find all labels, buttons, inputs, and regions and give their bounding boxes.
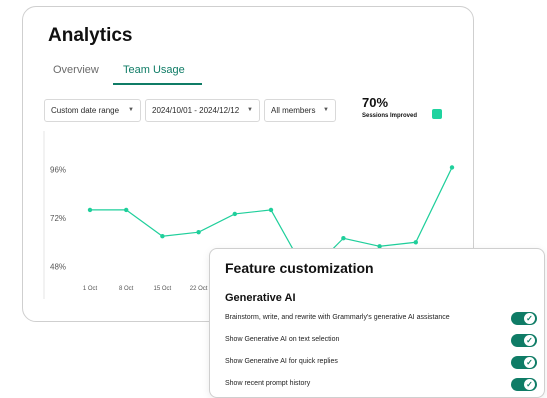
y-tick-label: 48% bbox=[50, 263, 66, 272]
data-point bbox=[413, 240, 418, 245]
check-icon: ✓ bbox=[524, 313, 535, 324]
data-point bbox=[449, 165, 455, 170]
x-tick-label: 15 Oct bbox=[154, 286, 172, 292]
feature-label: Show Generative AI for quick replies bbox=[225, 358, 338, 365]
feature-label: Show recent prompt history bbox=[225, 380, 311, 387]
x-tick-label: 22 Oct bbox=[190, 286, 208, 292]
x-tick-label: 1 Oct bbox=[83, 286, 98, 292]
feature-customization-card: Feature customization Generative AI Brai… bbox=[209, 248, 545, 398]
feature-label: Brainstorm, write, and rewrite with Gram… bbox=[225, 314, 450, 321]
data-point bbox=[160, 234, 165, 239]
toggle-switch[interactable]: ✓ bbox=[511, 334, 537, 347]
toggle-switch[interactable]: ✓ bbox=[511, 356, 537, 369]
check-icon: ✓ bbox=[524, 379, 535, 390]
feature-row: Brainstorm, write, and rewrite with Gram… bbox=[225, 312, 537, 326]
data-point bbox=[196, 229, 201, 235]
y-tick-label: 96% bbox=[50, 165, 66, 174]
check-icon: ✓ bbox=[524, 357, 535, 368]
data-point bbox=[124, 207, 129, 213]
data-point bbox=[268, 207, 274, 213]
toggle-switch[interactable]: ✓ bbox=[511, 312, 537, 325]
section-title: Generative AI bbox=[225, 292, 296, 304]
feature-title: Feature customization bbox=[225, 260, 374, 276]
check-icon: ✓ bbox=[524, 335, 535, 346]
data-point bbox=[341, 236, 346, 241]
feature-row: Show Generative AI on text selection ✓ bbox=[225, 334, 537, 348]
data-point bbox=[232, 211, 237, 217]
toggle-switch[interactable]: ✓ bbox=[511, 378, 537, 391]
y-tick-label: 72% bbox=[50, 214, 66, 223]
feature-label: Show Generative AI on text selection bbox=[225, 336, 340, 343]
feature-row: Show Generative AI for quick replies ✓ bbox=[225, 356, 537, 370]
x-tick-label: 8 Oct bbox=[119, 286, 134, 292]
feature-row: Show recent prompt history ✓ bbox=[225, 378, 537, 392]
data-point bbox=[87, 207, 93, 213]
